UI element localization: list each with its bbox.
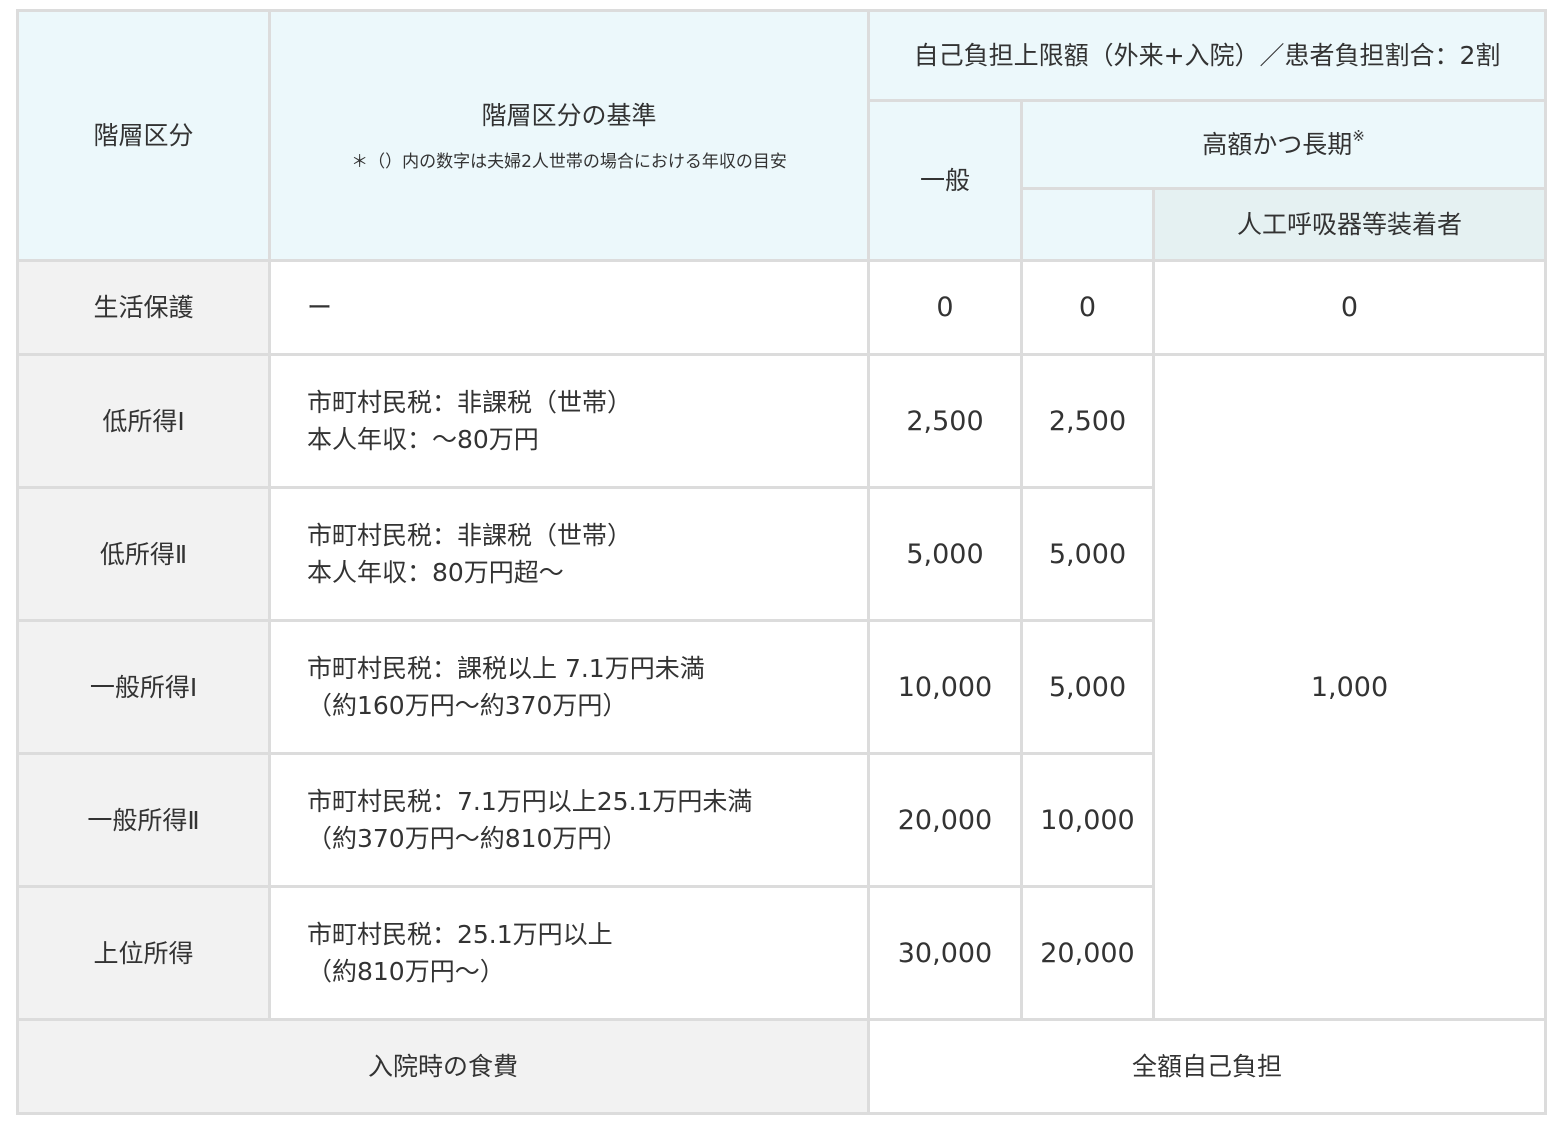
cost-table: 階層区分 階層区分の基準 ＊（）内の数字は夫婦2人世帯の場合における年収の目安 … [16, 9, 1548, 1115]
meal-cost-label: 入院時の食費 [16, 1018, 870, 1115]
tier-cell: 生活保護 [16, 259, 271, 356]
header-tier: 階層区分 [16, 9, 271, 262]
header-ventilator: 人工呼吸器等装着者 [1151, 187, 1548, 262]
tier-cell: 一般所得Ⅰ [16, 619, 271, 755]
tier-cell: 低所得Ⅰ [16, 353, 271, 489]
general-value: 2,500 [867, 353, 1023, 489]
header-row-1: 階層区分 階層区分の基準 ＊（）内の数字は夫婦2人世帯の場合における年収の目安 … [16, 9, 1548, 262]
header-general: 一般 [867, 99, 1023, 262]
general-value: 5,000 [867, 486, 1023, 622]
header-criteria-note: ＊（）内の数字は夫婦2人世帯の場合における年収の目安 [351, 152, 787, 172]
criteria-line: 本人年収：～80万円 [307, 425, 539, 454]
tier-cell: 上位所得 [16, 885, 271, 1021]
tier-cell: 低所得Ⅱ [16, 486, 271, 622]
header-limit-group-label: 自己負担上限額（外来+入院）／患者負担割合：2割 [913, 41, 1501, 70]
tier-cell: 一般所得Ⅱ [16, 752, 271, 888]
criteria-cell: 市町村民税：7.1万円以上25.1万円未満 （約370万円～約810万円） [268, 752, 870, 888]
header-high-long-blank [1020, 187, 1155, 262]
ventilator-value-others: 1,000 [1151, 353, 1548, 1021]
header-tier-label: 階層区分 [93, 121, 194, 150]
criteria-cell: ー [268, 259, 870, 356]
high-long-value: 2,500 [1020, 353, 1155, 489]
general-value: 20,000 [867, 752, 1023, 888]
high-long-value: 10,000 [1020, 752, 1155, 888]
criteria-line: 市町村民税：非課税（世帯） [307, 388, 633, 417]
header-high-long-label: 高額かつ長期 [1202, 130, 1353, 159]
high-long-value: 5,000 [1020, 619, 1155, 755]
header-limit-group: 自己負担上限額（外来+入院）／患者負担割合：2割 [866, 9, 1548, 102]
criteria-line: 市町村民税：25.1万円以上 [307, 920, 613, 949]
footer-row: 入院時の食費 全額自己負担 [16, 1018, 1548, 1115]
criteria-line: （約370万円～約810万円） [307, 824, 628, 853]
criteria-cell: 市町村民税：課税以上 7.1万円未満 （約160万円～約370万円） [268, 619, 870, 755]
criteria-line: ー [307, 293, 333, 322]
high-long-value: 0 [1020, 259, 1155, 356]
criteria-line: （約160万円～約370万円） [307, 691, 628, 720]
criteria-cell: 市町村民税：25.1万円以上 （約810万円～） [268, 885, 870, 1021]
criteria-line: （約810万円～） [307, 957, 505, 986]
table-row: 生活保護 ー 0 0 0 [16, 259, 1548, 356]
criteria-line: 本人年収：80万円超～ [307, 558, 564, 587]
header-general-label: 一般 [919, 166, 970, 195]
criteria-line: 市町村民税：7.1万円以上25.1万円未満 [307, 787, 753, 816]
criteria-cell: 市町村民税：非課税（世帯） 本人年収：80万円超～ [268, 486, 870, 622]
header-criteria: 階層区分の基準 ＊（）内の数字は夫婦2人世帯の場合における年収の目安 [268, 9, 870, 262]
header-high-long: 高額かつ長期※ [1019, 99, 1548, 190]
header-high-long-mark: ※ [1352, 127, 1365, 145]
meal-cost-value: 全額自己負担 [866, 1018, 1548, 1115]
high-long-value: 20,000 [1020, 885, 1155, 1021]
criteria-line: 市町村民税：課税以上 7.1万円未満 [307, 654, 705, 683]
general-value: 30,000 [867, 885, 1023, 1021]
high-long-value: 5,000 [1020, 486, 1155, 622]
ventilator-value-welfare: 0 [1151, 259, 1548, 356]
general-value: 10,000 [867, 619, 1023, 755]
general-value: 0 [867, 259, 1023, 356]
header-criteria-title: 階層区分の基準 [481, 101, 657, 130]
criteria-line: 市町村民税：非課税（世帯） [307, 521, 633, 550]
table-row: 低所得Ⅰ 市町村民税：非課税（世帯） 本人年収：～80万円 2,500 2,50… [16, 353, 1548, 1021]
criteria-cell: 市町村民税：非課税（世帯） 本人年収：～80万円 [268, 353, 870, 489]
header-ventilator-label: 人工呼吸器等装着者 [1237, 210, 1463, 239]
